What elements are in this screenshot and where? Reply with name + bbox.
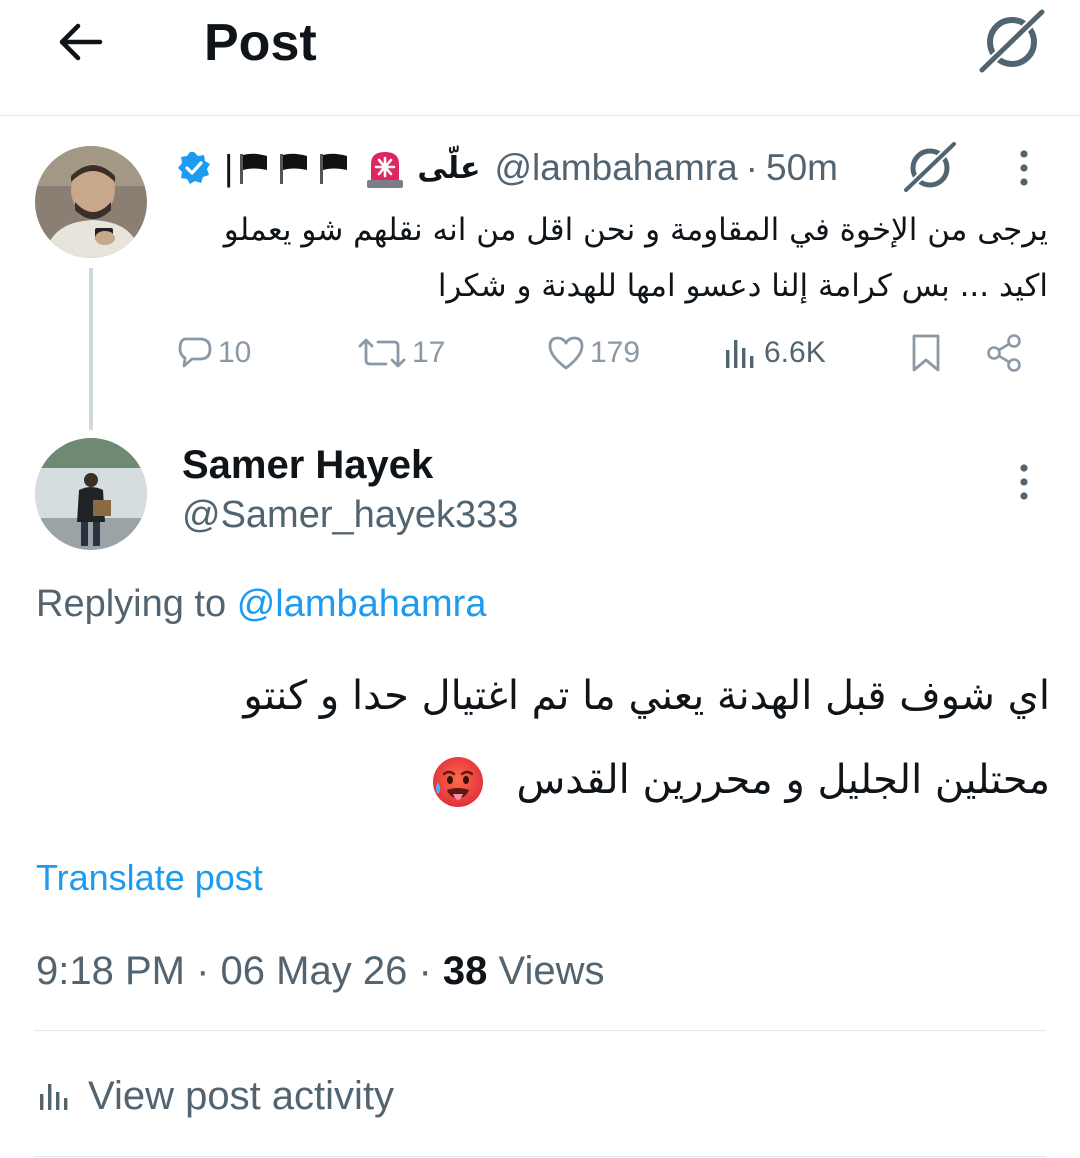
top-bar: Post (0, 0, 1080, 116)
reply-button[interactable]: 10 (176, 328, 251, 378)
back-button[interactable] (52, 14, 108, 70)
black-flag-icon (280, 153, 308, 184)
back-arrow-icon (59, 23, 103, 61)
original-more-button[interactable] (1004, 148, 1044, 188)
black-flag-icon (240, 153, 268, 184)
reply-icon (178, 337, 212, 368)
reply-more-button[interactable] (1004, 462, 1044, 502)
reply-author-avatar[interactable] (35, 438, 147, 550)
like-button[interactable]: 179 (546, 328, 640, 378)
more-vertical-icon (1020, 464, 1028, 500)
reply-author-handle[interactable]: @Samer_hayek333 (182, 492, 518, 538)
views-count: 38 (442, 949, 488, 993)
view-post-activity-label: View post activity (88, 1073, 395, 1118)
original-author-name[interactable]: علّى (417, 151, 480, 186)
thread-connector-line (89, 268, 93, 430)
reply-author-name[interactable]: Samer Hayek (182, 440, 433, 490)
share-button[interactable] (984, 328, 1028, 378)
view-post-activity-button[interactable]: View post activity (36, 1070, 394, 1122)
replying-to-line: Replying to @lambahamra (36, 580, 486, 628)
post-time[interactable]: 9:18 PM (36, 949, 185, 993)
grok-icon (978, 8, 1046, 74)
replying-to-link[interactable]: @lambahamra (237, 583, 487, 625)
verified-badge-icon (178, 152, 210, 184)
replying-to-prefix: Replying to (36, 583, 227, 625)
post-timestamp[interactable]: 50m (766, 147, 838, 189)
bookmark-button[interactable] (906, 328, 950, 378)
views-button[interactable]: 6.6K (720, 328, 826, 378)
grok-post-button[interactable] (900, 138, 960, 194)
bookmark-icon (912, 334, 940, 372)
post-meta-line: 9:18 PM · 06 May 26 · 38 Views (36, 946, 605, 996)
heart-icon (548, 336, 584, 370)
repost-button[interactable]: 17 (356, 328, 445, 378)
page-title: Post (204, 14, 317, 72)
grok-icon (903, 141, 957, 193)
reply-post-body: اي شوف قبل الهدنة يعني ما تم اغتيال حدا … (150, 654, 1050, 822)
grok-button[interactable] (976, 6, 1048, 76)
repost-count: 17 (412, 336, 446, 369)
divider (34, 1156, 1046, 1157)
original-post-header: | علّى @lambahamra · 50m (176, 140, 838, 196)
share-icon (987, 334, 1021, 372)
siren-icon (367, 152, 404, 188)
original-author-handle[interactable]: @lambahamra (494, 147, 737, 189)
post-date[interactable]: 06 May 26 (221, 949, 408, 993)
more-vertical-icon (1020, 150, 1028, 186)
reply-post-text: اي شوف قبل الهدنة يعني ما تم اغتيال حدا … (243, 673, 1050, 803)
black-flag-icon (320, 153, 348, 184)
name-separator: | (224, 147, 234, 188)
original-author-avatar[interactable] (35, 146, 147, 258)
dot-separator: · (745, 147, 758, 188)
meta-separator: · (196, 949, 210, 993)
repost-icon (358, 338, 406, 368)
divider (34, 1030, 1046, 1031)
analytics-icon (726, 340, 754, 368)
original-post-text: يرجى من الإخوة في المقاومة و نحن اقل من … (223, 212, 1048, 304)
view-count: 6.6K (764, 336, 826, 369)
hot-face-emoji-icon (432, 757, 483, 807)
analytics-icon (40, 1084, 68, 1110)
like-count: 179 (590, 336, 641, 369)
views-label: Views (498, 949, 605, 993)
meta-separator: · (418, 949, 432, 993)
reply-count: 10 (218, 336, 252, 369)
translate-post-link[interactable]: Translate post (36, 856, 263, 900)
